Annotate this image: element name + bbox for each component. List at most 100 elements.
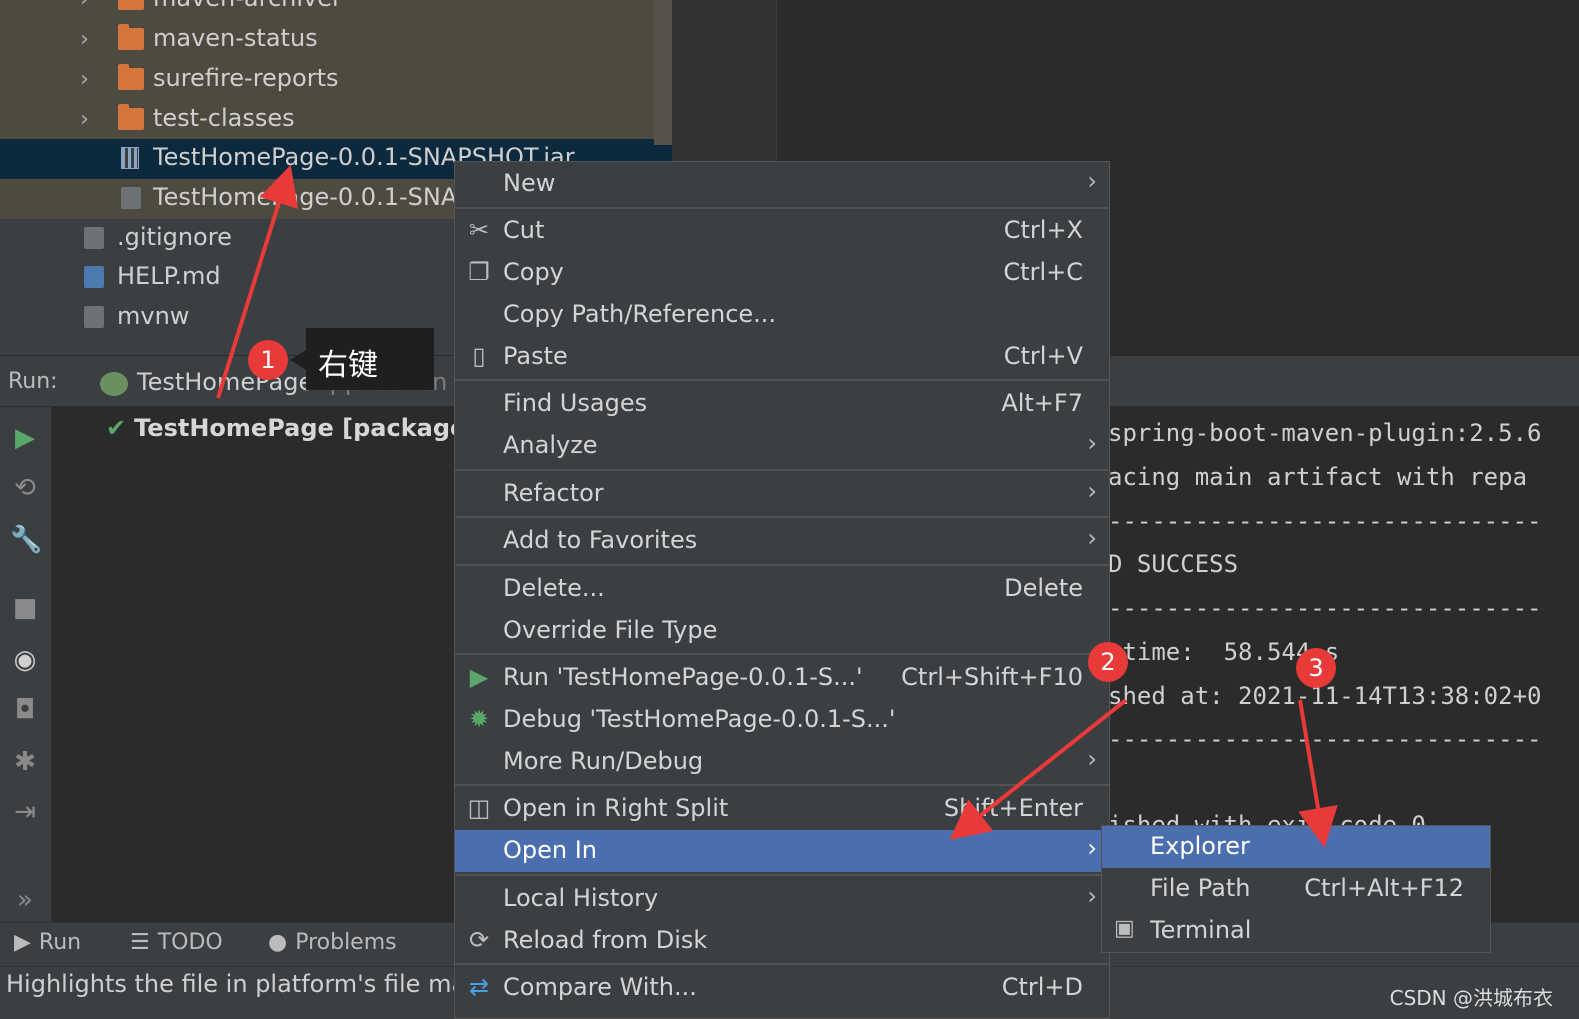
tree-item-maven-status[interactable]: › maven-status [0, 20, 672, 60]
chevron-right-icon: › [1087, 834, 1097, 862]
menu-item-delete[interactable]: Delete... Delete [455, 568, 1109, 610]
console-line: ------------------------------ [1108, 725, 1542, 753]
chevron-right-icon: › [1087, 745, 1097, 773]
tooltip-pointer [290, 350, 306, 370]
menu-item-debug[interactable]: ✹ Debug 'TestHomePage-0.0.1-S...' [455, 699, 1109, 741]
menu-item-refactor[interactable]: Refactor › [455, 473, 1109, 515]
scrollbar[interactable] [654, 0, 672, 145]
chevron-right-icon[interactable]: › [80, 0, 89, 12]
menu-label: Open in Right Split [503, 794, 729, 822]
camera-icon[interactable]: ◘ [10, 695, 40, 725]
menu-label: Add to Favorites [503, 526, 698, 554]
menu-item-local-history[interactable]: Local History › [455, 878, 1109, 920]
menu-item-cut[interactable]: ✂ Cut Ctrl+X [455, 210, 1109, 252]
tree-item-test-classes[interactable]: › test-classes [0, 100, 672, 140]
markdown-file-icon [84, 266, 104, 288]
menu-separator [455, 963, 1109, 965]
menu-item-override-file-type[interactable]: Override File Type [455, 610, 1109, 652]
menu-separator [455, 874, 1109, 876]
menu-label: Explorer [1150, 832, 1250, 860]
submenu-item-explorer[interactable]: Explorer [1102, 826, 1490, 868]
console-line: spring-boot-maven-plugin:2.5.6 [1108, 419, 1542, 447]
menu-item-add-to-favorites[interactable]: Add to Favorites › [455, 520, 1109, 562]
menu-item-copy-path[interactable]: Copy Path/Reference... [455, 294, 1109, 336]
menu-item-reload-from-disk[interactable]: ⟳ Reload from Disk [455, 920, 1109, 962]
menu-label: Copy Path/Reference... [503, 300, 777, 328]
chevron-right-icon[interactable]: › [80, 27, 89, 52]
settings-gear-icon[interactable]: ✱ [10, 747, 40, 777]
chevron-right-icon[interactable]: › [80, 107, 89, 132]
menu-item-copy[interactable]: ❐ Copy Ctrl+C [455, 252, 1109, 294]
menu-label: New [503, 169, 556, 197]
watermark: CSDN @洪城布衣 [1389, 986, 1553, 1010]
menu-label: Compare With... [503, 973, 697, 1001]
folder-icon [118, 0, 144, 10]
scissors-icon: ✂ [468, 216, 490, 244]
menu-label: Open In [503, 836, 598, 864]
stop-icon[interactable]: ■ [10, 593, 40, 623]
menu-label: Terminal [1150, 916, 1252, 944]
run-toolbar: ▶ ⟲ 🔧 ■ ◉ ◘ ✱ ⇥ » [0, 407, 52, 922]
spring-boot-icon [100, 372, 128, 396]
menu-label: Refactor [503, 479, 604, 507]
menu-separator [455, 653, 1109, 655]
submenu-item-terminal[interactable]: ▣ Terminal [1102, 910, 1490, 952]
tree-item-maven-archiver[interactable]: › maven-archiver [0, 0, 672, 20]
gitignore-file-icon [84, 227, 104, 249]
console-line: ------------------------------ [1108, 594, 1542, 622]
wrench-icon[interactable]: 🔧 [10, 525, 42, 555]
chevron-right-icon: › [1087, 429, 1097, 457]
submenu-item-file-path[interactable]: File Path Ctrl+Alt+F12 [1102, 868, 1490, 910]
unknown-file-icon [121, 187, 141, 209]
rerun-icon[interactable]: ▶ [10, 423, 40, 453]
menu-separator [455, 564, 1109, 566]
tab-run[interactable]: ▶ Run [14, 930, 81, 955]
menu-label: Reload from Disk [503, 926, 708, 954]
console-line: ------------------------------ [1108, 507, 1542, 535]
tab-problems[interactable]: ● Problems [268, 930, 397, 955]
debug-icon: ✹ [468, 705, 490, 733]
run-tree-item[interactable]: ✔ TestHomePage [package]: [106, 414, 487, 442]
menu-shortcut: Shift+Enter [943, 794, 1083, 822]
menu-label: Local History [503, 884, 659, 912]
eye-icon[interactable]: ◉ [10, 645, 40, 675]
menu-label: Override File Type [503, 616, 718, 644]
menu-item-find-usages[interactable]: Find Usages Alt+F7 [455, 383, 1109, 425]
menu-item-more-run-debug[interactable]: More Run/Debug › [455, 741, 1109, 783]
menu-separator [455, 516, 1109, 518]
exit-icon[interactable]: ⇥ [10, 797, 40, 827]
menu-label: Paste [503, 342, 568, 370]
menu-label: Copy [503, 258, 564, 286]
menu-item-run[interactable]: ▶ Run 'TestHomePage-0.0.1-S...' Ctrl+Shift… [455, 657, 1109, 699]
menu-item-paste[interactable]: ▯ Paste Ctrl+V [455, 336, 1109, 378]
run-tree-item-label: TestHomePage [package]: [134, 414, 487, 442]
tab-todo[interactable]: ☰ TODO [130, 930, 223, 955]
more-icon[interactable]: » [10, 885, 40, 915]
copy-icon: ❐ [468, 258, 490, 286]
console-line: D SUCCESS [1108, 550, 1239, 578]
menu-item-new[interactable]: New › [455, 163, 1109, 205]
rerun-debug-icon[interactable]: ⟲ [10, 473, 40, 503]
tree-item-surefire-reports[interactable]: › surefire-reports [0, 60, 672, 100]
menu-shortcut: Ctrl+D [1001, 973, 1083, 1001]
chevron-right-icon[interactable]: › [80, 67, 89, 92]
menu-item-open-in-right-split[interactable]: ◫ Open in Right Split Shift+Enter [455, 788, 1109, 830]
run-tree [52, 407, 455, 922]
menu-label: Debug 'TestHomePage-0.0.1-S...' [503, 705, 896, 733]
menu-shortcut: Ctrl+Alt+F12 [1304, 874, 1464, 902]
run-tab-icon: ▶ [14, 930, 31, 955]
menu-item-open-in[interactable]: Open In › [455, 830, 1109, 872]
run-config-name: TestHomePage [137, 368, 314, 396]
menu-label: Find Usages [503, 389, 648, 417]
menu-item-analyze[interactable]: Analyze › [455, 425, 1109, 467]
annotation-badge-1: 1 [248, 340, 288, 380]
console-line: shed at: 2021-11-14T13:38:02+0 [1108, 682, 1542, 710]
menu-item-compare-with[interactable]: ⇄ Compare With... Ctrl+D [455, 967, 1109, 1009]
list-icon: ☰ [130, 930, 150, 955]
tab-run-label: Run [38, 930, 82, 955]
terminal-icon: ▣ [1114, 916, 1135, 941]
annotation-badge-3: 3 [1296, 648, 1336, 688]
folder-icon [118, 64, 144, 90]
menu-label: More Run/Debug [503, 747, 704, 775]
menu-shortcut: Ctrl+Shift+F10 [901, 663, 1083, 691]
